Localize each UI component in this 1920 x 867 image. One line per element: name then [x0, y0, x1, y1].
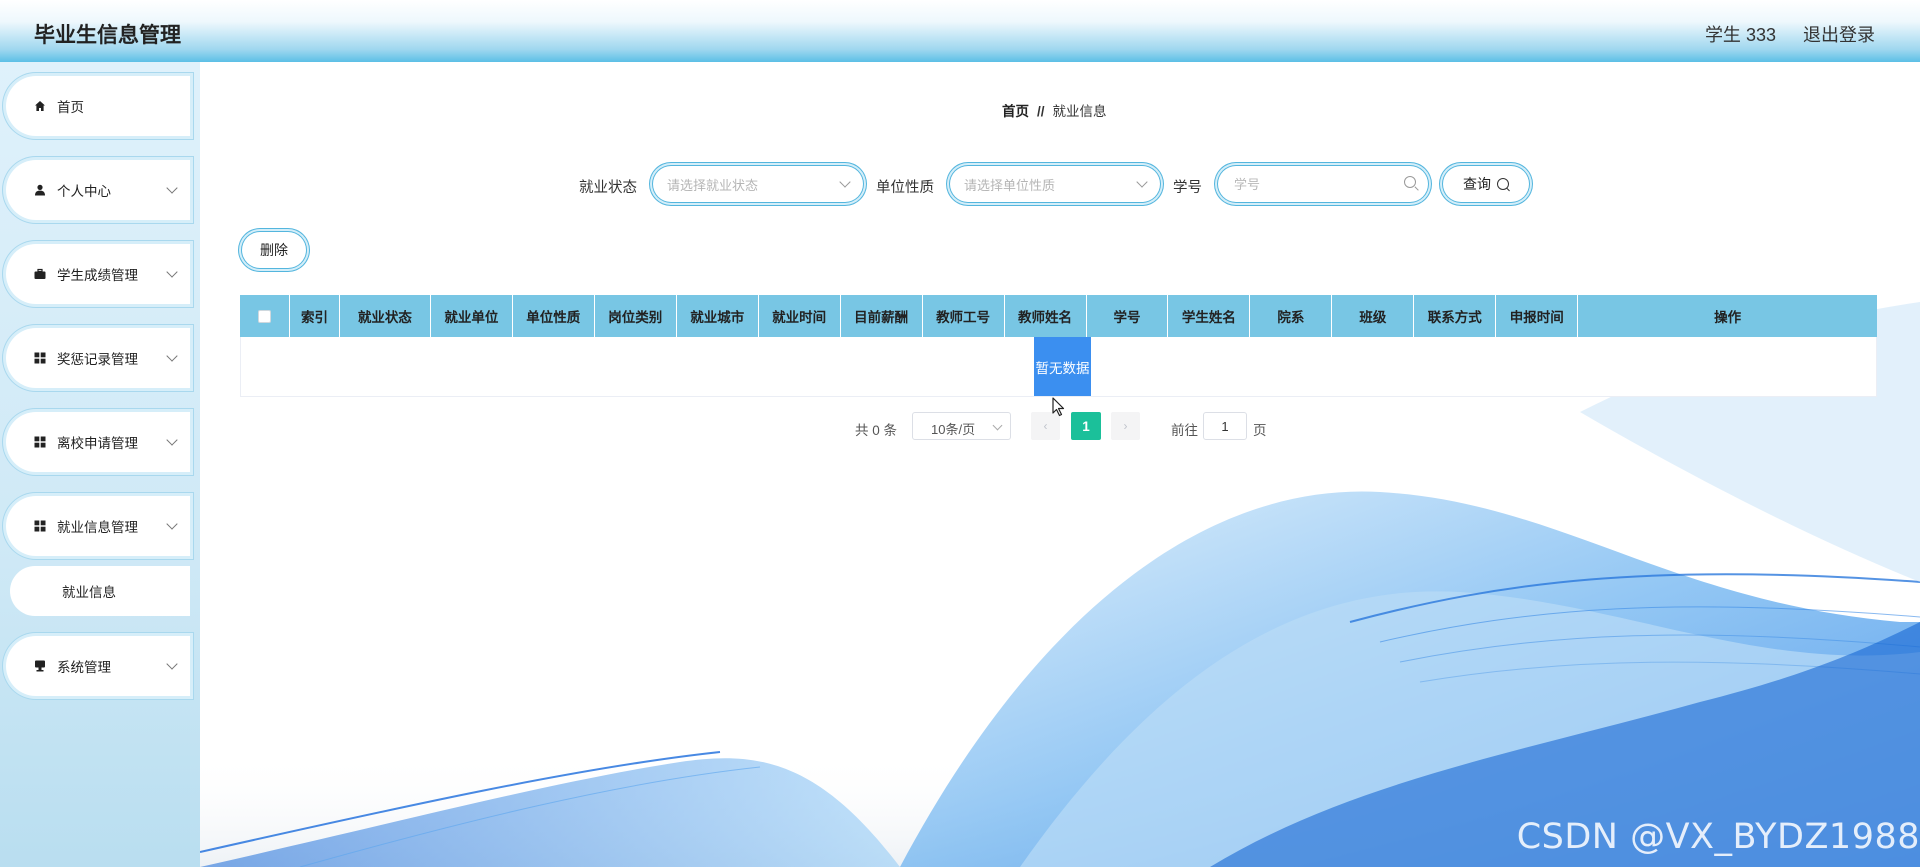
grid-icon — [33, 519, 47, 533]
student-id-label: 学号 — [1173, 180, 1202, 196]
query-button-label: 查询 — [1463, 176, 1491, 192]
breadcrumb-current: 就业信息 — [1052, 104, 1107, 119]
sidebar-item-grades[interactable]: 学生成绩管理 — [6, 244, 190, 304]
user-icon — [33, 183, 47, 197]
column-header[interactable]: 联系方式 — [1414, 295, 1497, 337]
query-button[interactable]: 查询 — [1443, 166, 1529, 202]
column-header[interactable]: 目前薪酬 — [841, 295, 923, 337]
breadcrumb: 首页 // 就业信息 — [1002, 100, 1107, 120]
header-user-area: 学生 333 退出登录 — [1683, 21, 1875, 47]
select-all-cell — [240, 295, 290, 337]
student-id-input[interactable] — [1232, 175, 1386, 193]
page-size-select[interactable]: 10条/页 — [912, 412, 1011, 440]
unit-type-select[interactable]: 请选择单位性质 — [950, 166, 1160, 202]
top-header: 毕业生信息管理 学生 333 退出登录 — [0, 0, 1920, 62]
employment-table: 索引 就业状态 就业单位 单位性质 岗位类别 就业城市 就业时间 目前薪酬 教师… — [240, 295, 1877, 397]
empty-state: 暂无数据 — [1034, 337, 1091, 396]
column-header[interactable]: 索引 — [290, 295, 340, 337]
table-header: 索引 就业状态 就业单位 单位性质 岗位类别 就业城市 就业时间 目前薪酬 教师… — [240, 295, 1877, 337]
unit-type-label: 单位性质 — [876, 180, 934, 196]
search-bar: 就业状态 请选择就业状态 单位性质 请选择单位性质 学号 查询 — [200, 164, 1920, 204]
chevron-down-icon — [1136, 176, 1148, 188]
column-header[interactable]: 单位性质 — [513, 295, 595, 337]
chevron-left-icon: ‹ — [1043, 419, 1048, 433]
goto-unit-label: 页 — [1253, 423, 1267, 438]
sidebar-item-system[interactable]: 系统管理 — [6, 636, 190, 696]
column-header[interactable]: 申报时间 — [1496, 295, 1579, 337]
page-number-current[interactable]: 1 — [1071, 412, 1101, 440]
column-header[interactable]: 班级 — [1332, 295, 1415, 337]
column-header[interactable]: 教师工号 — [923, 295, 1005, 337]
sidebar-item-leave-application[interactable]: 离校申请管理 — [6, 412, 190, 472]
mouse-cursor-icon — [1052, 397, 1065, 417]
breadcrumb-home[interactable]: 首页 — [1002, 104, 1029, 119]
employment-status-placeholder: 请选择就业状态 — [667, 177, 759, 193]
pagination-total: 共 0 条 — [855, 423, 898, 438]
chevron-right-icon: › — [1123, 419, 1128, 433]
grid-icon — [33, 435, 47, 449]
sidebar-item-label: 就业信息管理 — [57, 520, 138, 535]
column-header[interactable]: 就业单位 — [431, 295, 513, 337]
next-page-button[interactable]: › — [1111, 412, 1140, 440]
table-body: 暂无数据 — [240, 337, 1877, 397]
column-header[interactable]: 学号 — [1087, 295, 1169, 337]
sidebar-item-label: 个人中心 — [57, 184, 111, 199]
goto-page-input[interactable]: 1 — [1203, 412, 1247, 440]
select-all-checkbox[interactable] — [257, 309, 271, 323]
breadcrumb-separator: // — [1037, 104, 1045, 119]
watermark: CSDN @VX_BYDZ1988 — [1516, 817, 1920, 857]
column-header[interactable]: 就业状态 — [340, 295, 431, 337]
sidebar-subitem-employment-info[interactable]: 就业信息 — [10, 566, 190, 616]
search-icon — [1404, 176, 1416, 188]
sidebar-item-label: 离校申请管理 — [57, 436, 138, 451]
chevron-down-icon — [166, 350, 178, 362]
home-icon — [33, 99, 47, 113]
student-id-field[interactable] — [1218, 166, 1428, 202]
employment-status-select[interactable]: 请选择就业状态 — [653, 166, 863, 202]
page-size-value: 10条/页 — [931, 422, 976, 437]
briefcase-icon — [33, 267, 47, 281]
sidebar-item-label: 学生成绩管理 — [57, 268, 138, 283]
current-user: 学生 333 — [1704, 25, 1776, 45]
column-header[interactable]: 教师姓名 — [1005, 295, 1087, 337]
column-header: 操作 — [1714, 310, 1742, 325]
sidebar-item-label: 奖惩记录管理 — [57, 352, 138, 367]
chevron-down-icon — [166, 658, 178, 670]
chevron-down-icon — [839, 176, 851, 188]
column-header[interactable]: 就业城市 — [677, 295, 759, 337]
grid-icon — [33, 351, 47, 365]
column-header[interactable]: 院系 — [1250, 295, 1333, 337]
delete-button[interactable]: 删除 — [242, 232, 306, 268]
logout-link[interactable]: 退出登录 — [1803, 25, 1875, 45]
chevron-down-icon — [166, 182, 178, 194]
computer-icon — [33, 659, 47, 673]
unit-type-placeholder: 请选择单位性质 — [964, 177, 1056, 193]
goto-label: 前往 — [1171, 423, 1198, 438]
column-header[interactable]: 学生姓名 — [1168, 295, 1251, 337]
sidebar: 首页 个人中心 学生成绩管理 奖惩记录管理 离校申请管理 就业信息管理 就业信息… — [0, 62, 200, 867]
app-title: 毕业生信息管理 — [34, 24, 181, 47]
sidebar-item-rewards[interactable]: 奖惩记录管理 — [6, 328, 190, 388]
sidebar-item-label: 系统管理 — [57, 660, 111, 675]
chevron-down-icon — [166, 266, 178, 278]
search-icon — [1497, 178, 1509, 190]
sidebar-item-employment[interactable]: 就业信息管理 — [6, 496, 190, 556]
column-header[interactable]: 岗位类别 — [595, 295, 677, 337]
delete-button-label: 删除 — [260, 242, 288, 258]
employment-status-label: 就业状态 — [579, 180, 637, 196]
main-content: 首页 // 就业信息 就业状态 请选择就业状态 单位性质 请选择单位性质 学号 查询… — [200, 62, 1920, 867]
column-header[interactable]: 就业时间 — [759, 295, 841, 337]
chevron-down-icon — [166, 434, 178, 446]
chevron-down-icon — [992, 420, 1003, 431]
chevron-down-icon — [166, 518, 178, 530]
sidebar-item-personal-center[interactable]: 个人中心 — [6, 160, 190, 220]
sidebar-item-home[interactable]: 首页 — [6, 76, 190, 136]
sidebar-item-label: 首页 — [57, 100, 84, 115]
